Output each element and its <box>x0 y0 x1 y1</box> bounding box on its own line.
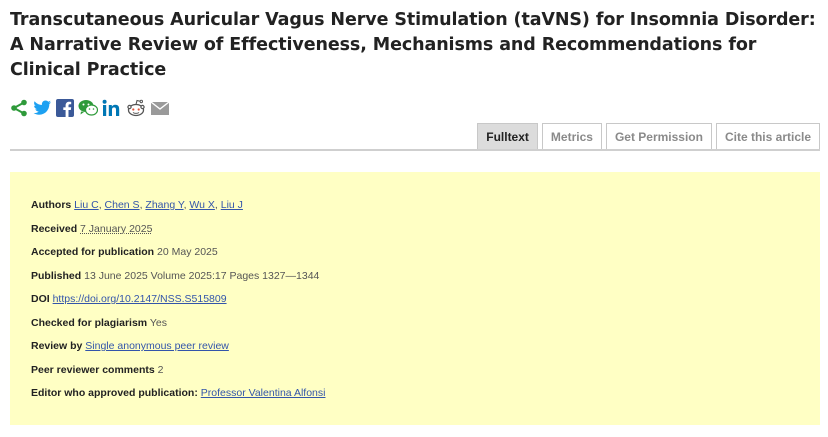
published-label: Published <box>31 269 82 282</box>
facebook-icon[interactable] <box>56 99 74 117</box>
accepted-label: Accepted for publication <box>31 246 155 258</box>
linkedin-icon[interactable] <box>102 99 122 117</box>
email-icon[interactable] <box>150 99 170 117</box>
plagiarism-row: Checked for plagiarism Yes <box>31 312 820 336</box>
author-link[interactable]: Liu C <box>74 199 99 211</box>
author-link[interactable]: Wu X <box>189 199 214 211</box>
author-link[interactable]: Chen S <box>105 199 140 211</box>
comments-count: 2 <box>157 363 164 376</box>
tab-metrics[interactable]: Metrics <box>541 123 602 149</box>
wechat-icon[interactable] <box>78 99 98 117</box>
published-details: 13 June 2025 Volume 2025:17 Pages 1327—1… <box>84 269 320 282</box>
received-label: Received <box>31 222 78 235</box>
received-date: 7 January 2025 <box>80 222 153 235</box>
review-label: Review by <box>31 340 83 352</box>
comments-row: Peer reviewer comments 2 <box>31 359 820 383</box>
received-row: Received 7 January 2025 <box>31 218 820 242</box>
doi-link[interactable]: https://doi.org/10.2147/NSS.S515809 <box>53 293 227 305</box>
comments-label: Peer reviewer comments <box>31 363 155 376</box>
article-tabs: Fulltext Metrics Get Permission Cite thi… <box>477 123 820 149</box>
doi-label: DOI <box>31 293 50 305</box>
article-info-box: Authors Liu C, Chen S, Zhang Y, Wu X, Li… <box>10 172 820 425</box>
plagiarism-value: Yes <box>149 316 167 329</box>
published-row: Published 13 June 2025 Volume 2025:17 Pa… <box>31 265 820 289</box>
tab-divider <box>10 149 820 151</box>
review-row: Review by Single anonymous peer review <box>31 335 820 359</box>
plagiarism-label: Checked for plagiarism <box>31 316 148 329</box>
article-title: Transcutaneous Auricular Vagus Nerve Sti… <box>10 10 816 80</box>
reddit-icon[interactable] <box>126 99 146 117</box>
doi-row: DOI https://doi.org/10.2147/NSS.S515809 <box>31 288 820 312</box>
tab-cite-this-article[interactable]: Cite this article <box>715 123 820 149</box>
authors-label: Authors <box>31 199 72 211</box>
editor-row: Editor who approved publication: Profess… <box>31 382 820 406</box>
share-icon[interactable] <box>10 99 28 117</box>
review-type-link[interactable]: Single anonymous peer review <box>85 340 229 352</box>
accepted-date: 20 May 2025 <box>157 246 218 258</box>
editor-label: Editor who approved publication: <box>31 387 198 399</box>
share-bar <box>10 97 170 119</box>
accepted-row: Accepted for publication 20 May 2025 <box>31 241 820 265</box>
tab-fulltext[interactable]: Fulltext <box>477 123 538 149</box>
twitter-icon[interactable] <box>32 99 52 117</box>
author-link[interactable]: Zhang Y <box>145 199 183 211</box>
author-link[interactable]: Liu J <box>221 199 243 211</box>
editor-link[interactable]: Professor Valentina Alfonsi <box>201 387 326 399</box>
tab-get-permission[interactable]: Get Permission <box>605 123 712 149</box>
authors-row: Authors Liu C, Chen S, Zhang Y, Wu X, Li… <box>31 199 243 211</box>
